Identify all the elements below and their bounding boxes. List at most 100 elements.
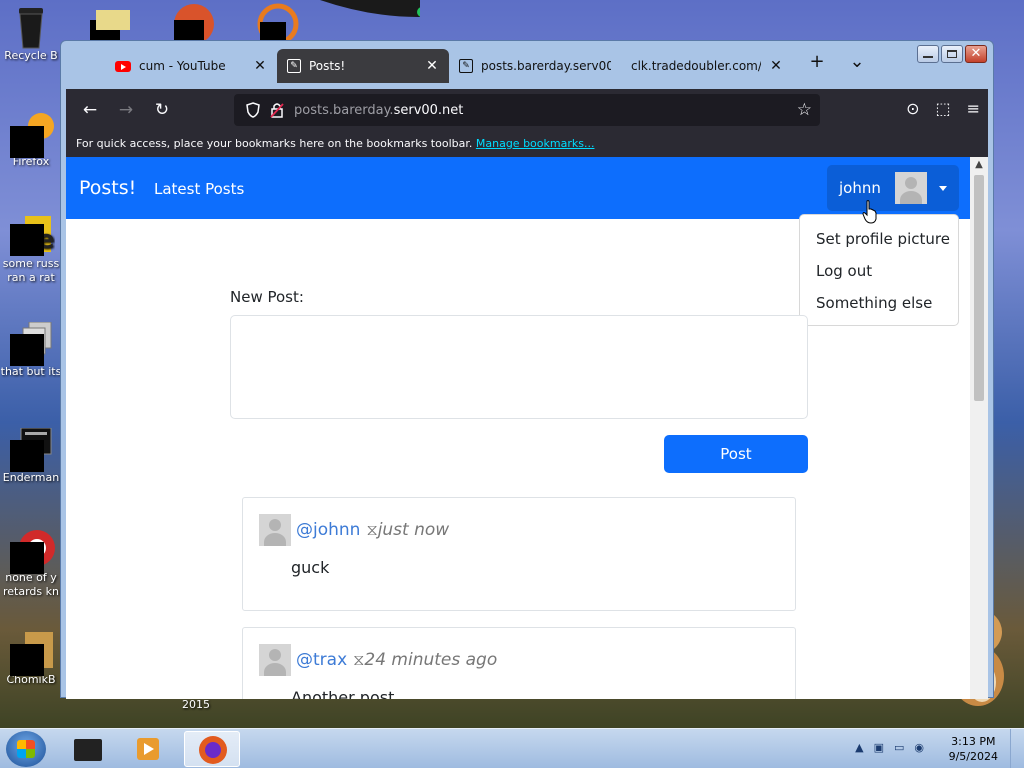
post-author-link[interactable]: @trax <box>296 650 347 670</box>
desktop-icon-label: some russ ran a rat <box>2 257 60 284</box>
close-window-button[interactable]: ✕ <box>965 45 987 63</box>
tab-tradedoubler[interactable]: clk.tradedoubler.com/clic ✕ <box>621 49 793 83</box>
shield-icon[interactable] <box>246 102 260 118</box>
desktop-icon-recycle-bin[interactable]: Recycle B <box>0 6 62 63</box>
new-tab-button[interactable]: + <box>805 51 829 72</box>
url-prefix: posts.barerday. <box>294 102 394 118</box>
media-player-icon <box>137 738 159 760</box>
post-header: @johnn ⧖ just now <box>259 514 449 546</box>
page-icon: ✎ <box>287 59 301 73</box>
extensions-icon[interactable]: ⬚ <box>935 99 950 118</box>
insecure-lock-icon[interactable] <box>270 102 284 118</box>
recycle-bin-icon <box>11 6 51 49</box>
show-desktop-button[interactable] <box>1010 729 1024 768</box>
back-button[interactable]: ← <box>72 100 108 120</box>
hamburger-menu-icon[interactable]: ≡ <box>967 99 980 118</box>
tab-youtube[interactable]: cum - YouTube ✕ <box>105 49 277 83</box>
minimize-icon <box>923 56 933 58</box>
scrollbar-thumb[interactable] <box>974 175 984 401</box>
document-icon: e <box>10 214 55 256</box>
post-card: @johnn ⧖ just now guck <box>242 497 796 611</box>
desktop-icon-enderman[interactable]: Enderman <box>0 427 62 485</box>
firefox-icon <box>199 736 227 764</box>
navigation-toolbar: ← → ↻ posts.barerday.serv00.net ☆ ⊙ ⬚ ≡ <box>66 89 988 131</box>
browser-window: ✕ cum - YouTube ✕ ✎ Posts! ✕ ✎ posts.bar… <box>60 40 994 699</box>
post-card: @trax ⧖ 24 minutes ago Another post <box>242 627 796 699</box>
network-icon[interactable]: ▣ <box>874 741 884 754</box>
firefox-icon <box>10 112 54 158</box>
desktop-icon-none-of-y[interactable]: none of y retards kn <box>0 528 62 599</box>
start-button[interactable] <box>6 731 46 767</box>
monitor-icon[interactable]: ▭ <box>894 741 904 754</box>
page-icon: ✎ <box>459 59 473 73</box>
desktop-icon-firefox[interactable]: Firefox <box>0 112 62 169</box>
list-tabs-button[interactable]: ⌄ <box>845 51 869 72</box>
taskbar-media-player[interactable] <box>120 731 176 767</box>
desktop-icon-label: Enderman <box>2 471 60 484</box>
tab-title: cum - YouTube <box>139 59 226 73</box>
desktop-icon-chomikb[interactable]: ChomikB <box>0 630 62 687</box>
bookmarks-toolbar: For quick access, place your bookmarks h… <box>66 131 988 157</box>
app-icon <box>74 739 102 761</box>
post-timestamp: just now <box>377 520 450 540</box>
taskbar-firefox[interactable] <box>184 731 240 767</box>
reload-button[interactable]: ↻ <box>144 100 180 120</box>
taskbar-app-generic[interactable] <box>60 731 116 767</box>
system-tray: ▲ ▣ ▭ ◉ <box>855 741 924 754</box>
maximize-button[interactable] <box>941 45 963 63</box>
desktop-top-artwork <box>90 0 420 42</box>
system-clock[interactable]: 3:13 PM 9/5/2024 <box>949 734 998 764</box>
site-navbar: Posts! Latest Posts johnn <box>66 157 970 219</box>
menu-item-log-out[interactable]: Log out <box>800 255 958 287</box>
window-controls: ✕ <box>917 45 987 63</box>
tab-posts[interactable]: ✎ Posts! ✕ <box>277 49 449 83</box>
latest-posts-link[interactable]: Latest Posts <box>154 180 244 198</box>
post-header: @trax ⧖ 24 minutes ago <box>259 644 497 676</box>
youtube-icon <box>115 60 131 72</box>
url-bar[interactable]: posts.barerday.serv00.net ☆ <box>234 94 820 126</box>
page-content: Posts! Latest Posts johnn Set profile pi… <box>66 157 970 699</box>
new-post-textarea[interactable] <box>230 315 808 419</box>
new-post-label: New Post: <box>230 288 304 306</box>
post-button[interactable]: Post <box>664 435 808 473</box>
pocket-icon[interactable]: ⊙ <box>906 99 919 118</box>
forward-button[interactable]: → <box>108 100 144 120</box>
desktop-icon-label: none of y retards kn <box>3 571 59 598</box>
avatar <box>259 644 291 676</box>
tab-title: clk.tradedoubler.com/clic <box>631 59 761 73</box>
post-body: Another post <box>291 688 395 699</box>
desktop-icon-some-russ[interactable]: e some russ ran a rat <box>0 214 62 285</box>
desktop-year-label: 2015 <box>182 698 210 711</box>
volume-icon[interactable]: ◉ <box>914 741 924 754</box>
url-domain: serv00.net <box>393 102 464 118</box>
post-author-link[interactable]: @johnn <box>296 520 360 540</box>
scroll-up-arrow-icon[interactable]: ▲ <box>970 157 988 173</box>
window-app-icon <box>10 427 52 472</box>
clock-date: 9/5/2024 <box>948 750 998 763</box>
close-tab-icon[interactable]: ✕ <box>253 58 267 74</box>
close-icon: ✕ <box>970 46 982 61</box>
bookmark-star-icon[interactable]: ☆ <box>797 100 812 120</box>
site-brand[interactable]: Posts! <box>79 177 136 199</box>
mouse-pointer-icon <box>862 200 877 224</box>
avatar <box>259 514 291 546</box>
tab-posts-barerday[interactable]: ✎ posts.barerday.serv00. <box>449 49 621 83</box>
menu-item-set-profile-picture[interactable]: Set profile picture <box>800 223 958 255</box>
user-dropdown-menu: Set profile picture Log out Something el… <box>799 214 959 326</box>
close-tab-icon[interactable]: ✕ <box>425 58 439 74</box>
desktop-icon-label: Recycle B <box>4 49 58 62</box>
tab-strip: cum - YouTube ✕ ✎ Posts! ✕ ✎ posts.barer… <box>105 48 865 84</box>
page-scrollbar[interactable]: ▲ <box>970 157 988 699</box>
user-menu-button[interactable]: johnn <box>827 165 959 211</box>
manage-bookmarks-link[interactable]: Manage bookmarks... <box>476 137 595 150</box>
show-hidden-icons-icon[interactable]: ▲ <box>855 741 863 754</box>
close-tab-icon[interactable]: ✕ <box>769 58 783 74</box>
minimize-button[interactable] <box>917 45 939 63</box>
stacked-files-icon <box>10 321 52 366</box>
clock-time: 3:13 PM <box>951 735 996 748</box>
menu-item-something-else[interactable]: Something else <box>800 287 958 319</box>
desktop-icon-that-but-its[interactable]: that but its <box>0 321 62 379</box>
hamster-app-icon <box>10 630 53 676</box>
taskbar: ▲ ▣ ▭ ◉ 3:13 PM 9/5/2024 <box>0 728 1024 768</box>
chevron-down-icon <box>938 185 947 191</box>
